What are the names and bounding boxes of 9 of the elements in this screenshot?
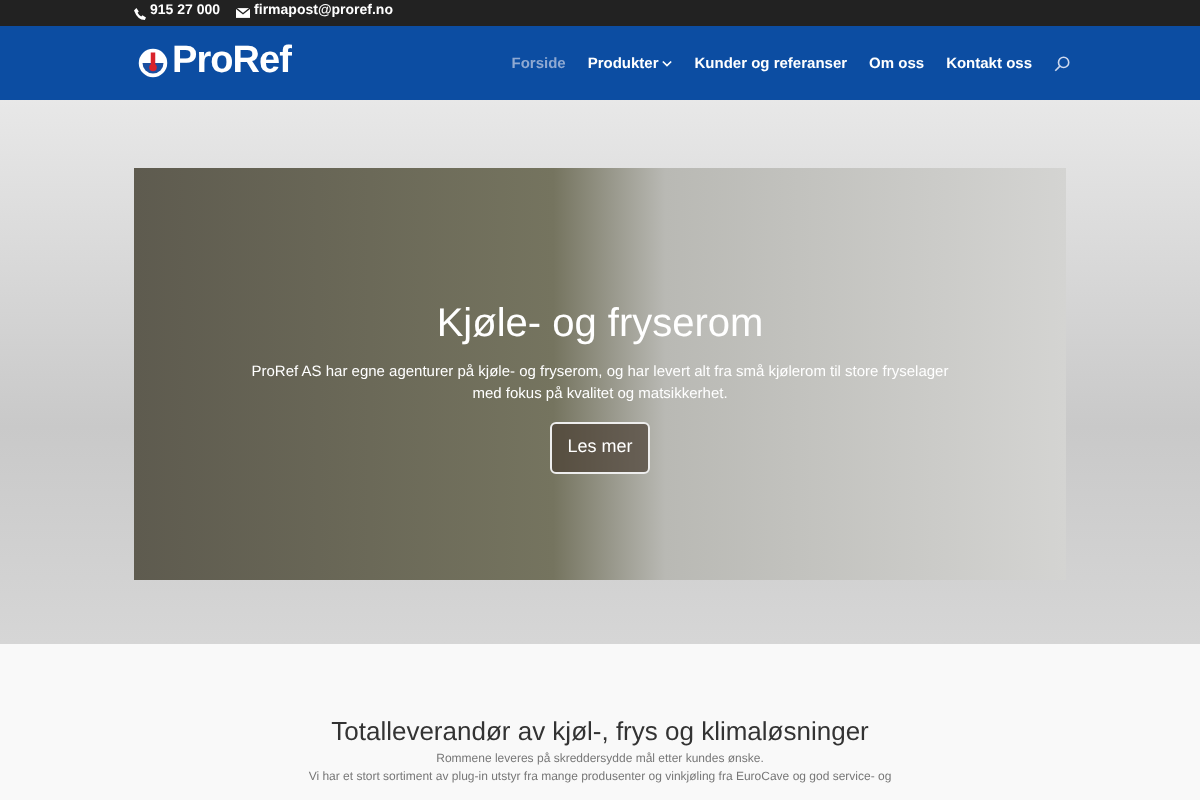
logo-text[interactable]: ProRef xyxy=(172,34,291,92)
mail-icon xyxy=(236,8,251,18)
search-icon[interactable] xyxy=(1054,55,1070,71)
caret-icon xyxy=(662,59,673,67)
phone-icon xyxy=(134,7,146,19)
logo-icon xyxy=(138,48,168,78)
read-more-button[interactable]: Les mer xyxy=(549,422,651,473)
section-heading: Totalleverandør av kjøl-, frys og klimaløsninger xyxy=(331,714,869,750)
hero-title: Kjøle- og fryserom xyxy=(436,300,764,350)
